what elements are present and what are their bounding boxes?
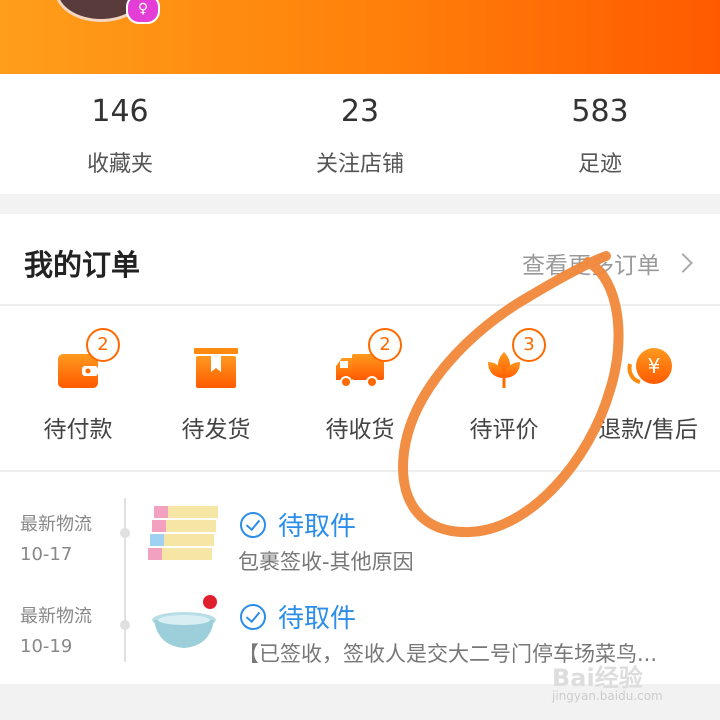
refund-icon: ¥ xyxy=(618,342,678,392)
view-all-label: 查看更多订单 xyxy=(522,253,660,279)
status-label: 待付款 xyxy=(43,417,113,443)
stat-label: 收藏夹 xyxy=(86,152,153,177)
stat-count: 23 xyxy=(340,94,380,129)
logistics-status-label: 待取件 xyxy=(278,604,357,634)
divider xyxy=(0,470,720,472)
chevron-right-icon xyxy=(673,253,693,273)
orders-title: 我的订单 xyxy=(24,248,141,282)
order-status-pending-payment[interactable]: 2 待付款 xyxy=(6,328,150,444)
package-icon xyxy=(186,342,246,392)
stat-count: 583 xyxy=(571,94,629,129)
product-thumbnail xyxy=(148,502,222,572)
status-label: 待收货 xyxy=(325,417,395,443)
logistics-label: 最新物流 xyxy=(20,514,92,535)
watermark-brand: Bai经验 xyxy=(552,664,643,692)
check-circle-icon xyxy=(240,603,266,630)
status-label: 待发货 xyxy=(181,417,251,443)
stat-label: 关注店铺 xyxy=(315,152,404,177)
order-status-refund-aftersale[interactable]: ¥ 退款/售后 xyxy=(576,342,720,444)
gender-female-icon: ♀ xyxy=(126,0,160,24)
count-badge: 2 xyxy=(86,328,120,362)
stat-label: 足迹 xyxy=(577,152,622,177)
wallet-icon: 2 xyxy=(48,328,120,392)
logistics-meta: 最新物流 10-17 xyxy=(20,510,92,570)
watermark: Bai经验 jingyan.baidu.com xyxy=(552,658,663,703)
logistics-label: 最新物流 xyxy=(20,606,92,627)
stat-footprints[interactable]: 583 足迹 xyxy=(480,94,720,178)
order-status-pending-shipment[interactable]: 待发货 xyxy=(144,342,288,444)
svg-text:¥: ¥ xyxy=(648,354,661,378)
logistics-status: 待取件 xyxy=(240,598,356,635)
status-label: 待评价 xyxy=(469,417,539,443)
stat-count: 146 xyxy=(91,94,149,129)
logistics-meta: 最新物流 10-19 xyxy=(20,602,92,662)
flower-icon: 3 xyxy=(474,328,546,392)
logistics-detail: 包裹签收-其他原因 xyxy=(238,550,414,574)
stat-favorites[interactable]: 146 收藏夹 xyxy=(0,94,240,178)
order-status-pending-receipt[interactable]: 2 待收货 xyxy=(288,328,432,444)
logistics-status-label: 待取件 xyxy=(278,512,357,542)
product-thumbnail xyxy=(148,594,222,664)
logistics-status: 待取件 xyxy=(240,506,356,543)
logistics-date: 10-17 xyxy=(20,544,73,565)
divider xyxy=(0,304,720,306)
view-all-orders-link[interactable]: 查看更多订单 xyxy=(522,246,693,280)
check-circle-icon xyxy=(240,511,266,538)
profile-header: ♀ xyxy=(0,0,720,74)
count-badge: 3 xyxy=(512,328,546,362)
truck-icon: 2 xyxy=(330,328,402,392)
logistics-item[interactable]: 最新物流 10-17 待取件 包裹签收-其他原因 xyxy=(0,500,720,590)
status-label: 退款/售后 xyxy=(598,417,698,443)
stat-followed-shops[interactable]: 23 关注店铺 xyxy=(240,94,480,178)
logistics-date: 10-19 xyxy=(20,636,73,657)
order-status-pending-review[interactable]: 3 待评价 xyxy=(432,328,576,444)
stats-bar: 146 收藏夹 23 关注店铺 583 足迹 xyxy=(0,74,720,194)
watermark-url: jingyan.baidu.com xyxy=(552,689,663,703)
count-badge: 2 xyxy=(368,328,402,362)
